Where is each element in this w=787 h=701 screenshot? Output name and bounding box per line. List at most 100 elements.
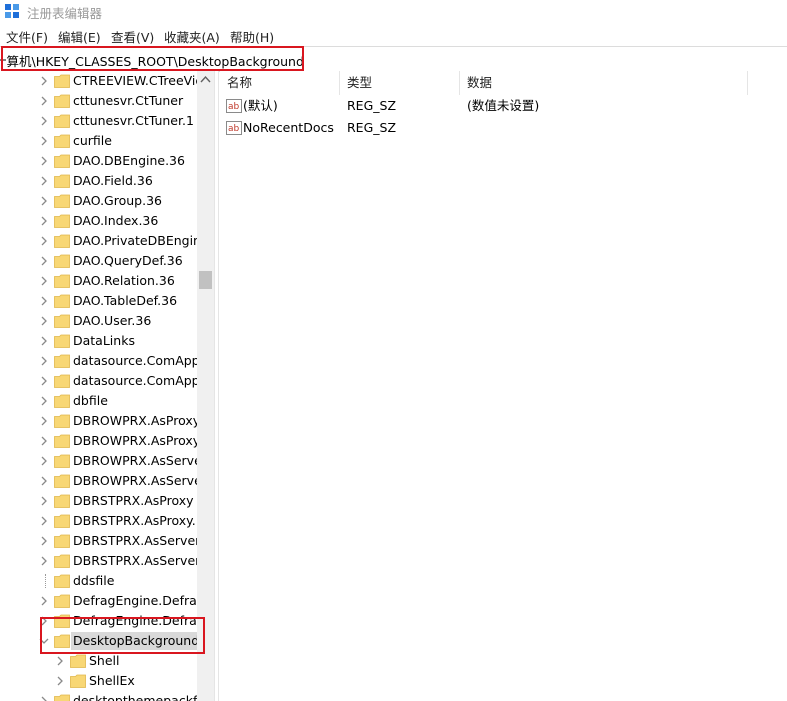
folder-icon bbox=[54, 354, 70, 368]
folder-icon bbox=[54, 114, 70, 128]
value-data: (数值未设置) bbox=[467, 98, 540, 113]
tree-item[interactable]: datasource.ComAppx bbox=[0, 371, 207, 391]
tree-item-label: DefragEngine.Defrag bbox=[73, 593, 205, 608]
chevron-right-icon[interactable] bbox=[38, 395, 50, 407]
chevron-right-icon[interactable] bbox=[38, 555, 50, 567]
tree-item[interactable]: DAO.DBEngine.36 bbox=[0, 151, 197, 171]
tree-item[interactable]: DefragEngine.Defrag bbox=[0, 591, 205, 611]
chevron-right-icon[interactable] bbox=[38, 475, 50, 487]
tree-item-label: DAO.Field.36 bbox=[73, 173, 153, 188]
tree-item[interactable]: DBRSTPRX.AsServer.1 bbox=[0, 551, 211, 571]
chevron-right-icon[interactable] bbox=[38, 215, 50, 227]
tree-item[interactable]: DAO.PrivateDBEngine bbox=[0, 231, 209, 251]
value-row[interactable]: ab (默认) REG_SZ (数值未设置) bbox=[220, 95, 787, 117]
tree-item[interactable]: DBROWPRX.AsServer bbox=[0, 471, 207, 491]
menu-favorites[interactable]: 收藏夹(A) bbox=[164, 27, 220, 46]
chevron-right-icon[interactable] bbox=[38, 175, 50, 187]
scroll-thumb[interactable] bbox=[199, 271, 212, 289]
tree-item[interactable]: ddsfile bbox=[0, 571, 197, 591]
tree-item[interactable]: DBROWPRX.AsProxy. bbox=[0, 431, 202, 451]
chevron-right-icon[interactable] bbox=[38, 535, 50, 547]
folder-icon bbox=[54, 554, 70, 568]
value-type: REG_SZ bbox=[347, 120, 397, 135]
tree-item[interactable]: DAO.TableDef.36 bbox=[0, 291, 197, 311]
chevron-right-icon[interactable] bbox=[38, 595, 50, 607]
tree-item[interactable]: cttunesvr.CtTuner bbox=[0, 91, 197, 111]
tree-item-label: dbfile bbox=[73, 393, 108, 408]
tree-scrollbar[interactable] bbox=[197, 71, 214, 701]
key-tree[interactable]: CTREEVIEW.CTreeVie cttunesvr.CtTuner cttun… bbox=[0, 71, 214, 701]
tree-item[interactable]: Shell bbox=[0, 651, 197, 671]
tree-item[interactable]: DataLinks bbox=[0, 331, 197, 351]
folder-icon bbox=[54, 174, 70, 188]
tree-item-label: DAO.User.36 bbox=[73, 313, 152, 328]
tree-line bbox=[45, 574, 46, 588]
tree-item[interactable]: dbfile bbox=[0, 391, 197, 411]
tree-item[interactable]: DAO.User.36 bbox=[0, 311, 197, 331]
chevron-right-icon[interactable] bbox=[54, 655, 66, 667]
tree-item[interactable]: CTREEVIEW.CTreeVie bbox=[0, 71, 203, 91]
chevron-down-icon[interactable] bbox=[38, 635, 50, 647]
tree-item[interactable]: DAO.Field.36 bbox=[0, 171, 197, 191]
chevron-right-icon[interactable] bbox=[54, 675, 66, 687]
tree-item[interactable]: DAO.QueryDef.36 bbox=[0, 251, 197, 271]
chevron-right-icon[interactable] bbox=[38, 195, 50, 207]
tree-item[interactable]: datasource.ComAppx bbox=[0, 351, 207, 371]
tree-item-label: DBRSTPRX.AsProxy bbox=[73, 493, 194, 508]
chevron-right-icon[interactable] bbox=[38, 115, 50, 127]
tree-item[interactable]: DAO.Index.36 bbox=[0, 211, 197, 231]
chevron-right-icon[interactable] bbox=[38, 155, 50, 167]
column-name[interactable]: 名称 bbox=[220, 71, 340, 95]
chevron-right-icon[interactable] bbox=[38, 275, 50, 287]
folder-icon bbox=[54, 374, 70, 388]
tree-item[interactable]: DBRSTPRX.AsProxy bbox=[0, 491, 197, 511]
value-row[interactable]: ab NoRecentDocs REG_SZ bbox=[220, 117, 787, 139]
address-path[interactable]: 计算机\HKEY_CLASSES_ROOT\DesktopBackground bbox=[0, 51, 304, 70]
chevron-right-icon[interactable] bbox=[38, 235, 50, 247]
tree-item[interactable]: DesktopBackground bbox=[0, 631, 202, 651]
tree-item-label: ddsfile bbox=[73, 573, 115, 588]
menu-view[interactable]: 查看(V) bbox=[111, 27, 154, 46]
folder-icon bbox=[54, 594, 70, 608]
tree-item[interactable]: cttunesvr.CtTuner.1 bbox=[0, 111, 197, 131]
chevron-right-icon[interactable] bbox=[38, 695, 50, 701]
folder-icon bbox=[54, 154, 70, 168]
tree-item[interactable]: DefragEngine.Defrag bbox=[0, 611, 205, 631]
chevron-right-icon[interactable] bbox=[38, 355, 50, 367]
scroll-up-arrow-icon[interactable] bbox=[200, 75, 211, 83]
chevron-right-icon[interactable] bbox=[38, 295, 50, 307]
column-type[interactable]: 类型 bbox=[340, 71, 460, 95]
tree-item-label: curfile bbox=[73, 133, 112, 148]
chevron-right-icon[interactable] bbox=[38, 495, 50, 507]
folder-icon bbox=[54, 294, 70, 308]
chevron-right-icon[interactable] bbox=[38, 315, 50, 327]
chevron-right-icon[interactable] bbox=[38, 375, 50, 387]
chevron-right-icon[interactable] bbox=[38, 135, 50, 147]
chevron-right-icon[interactable] bbox=[38, 415, 50, 427]
pane-splitter[interactable] bbox=[214, 71, 219, 701]
column-data[interactable]: 数据 bbox=[460, 71, 748, 95]
value-list[interactable]: 名称 类型 数据 ab (默认) REG_SZ (数值未设置) ab NoRec… bbox=[220, 71, 787, 701]
menu-edit[interactable]: 编辑(E) bbox=[58, 27, 101, 46]
tree-item[interactable]: DAO.Relation.36 bbox=[0, 271, 197, 291]
address-bar[interactable]: 计算机\HKEY_CLASSES_ROOT\DesktopBackground bbox=[0, 46, 787, 72]
chevron-right-icon[interactable] bbox=[38, 455, 50, 467]
tree-item[interactable]: ShellEx bbox=[0, 671, 197, 691]
chevron-right-icon[interactable] bbox=[38, 75, 50, 87]
tree-item[interactable]: DBROWPRX.AsServer bbox=[0, 451, 207, 471]
tree-item[interactable]: DBRSTPRX.AsProxy.1 bbox=[0, 511, 204, 531]
chevron-right-icon[interactable] bbox=[38, 335, 50, 347]
folder-icon bbox=[54, 234, 70, 248]
chevron-right-icon[interactable] bbox=[38, 255, 50, 267]
tree-item[interactable]: curfile bbox=[0, 131, 197, 151]
menu-file[interactable]: 文件(F) bbox=[6, 27, 48, 46]
tree-item[interactable]: DAO.Group.36 bbox=[0, 191, 197, 211]
chevron-right-icon[interactable] bbox=[38, 615, 50, 627]
tree-item[interactable]: DBROWPRX.AsProxy bbox=[0, 411, 200, 431]
chevron-right-icon[interactable] bbox=[38, 435, 50, 447]
chevron-right-icon[interactable] bbox=[38, 515, 50, 527]
menu-help[interactable]: 帮助(H) bbox=[230, 27, 274, 46]
tree-item[interactable]: desktopthemepackfil bbox=[0, 691, 204, 701]
chevron-right-icon[interactable] bbox=[38, 95, 50, 107]
tree-item[interactable]: DBRSTPRX.AsServer bbox=[0, 531, 200, 551]
